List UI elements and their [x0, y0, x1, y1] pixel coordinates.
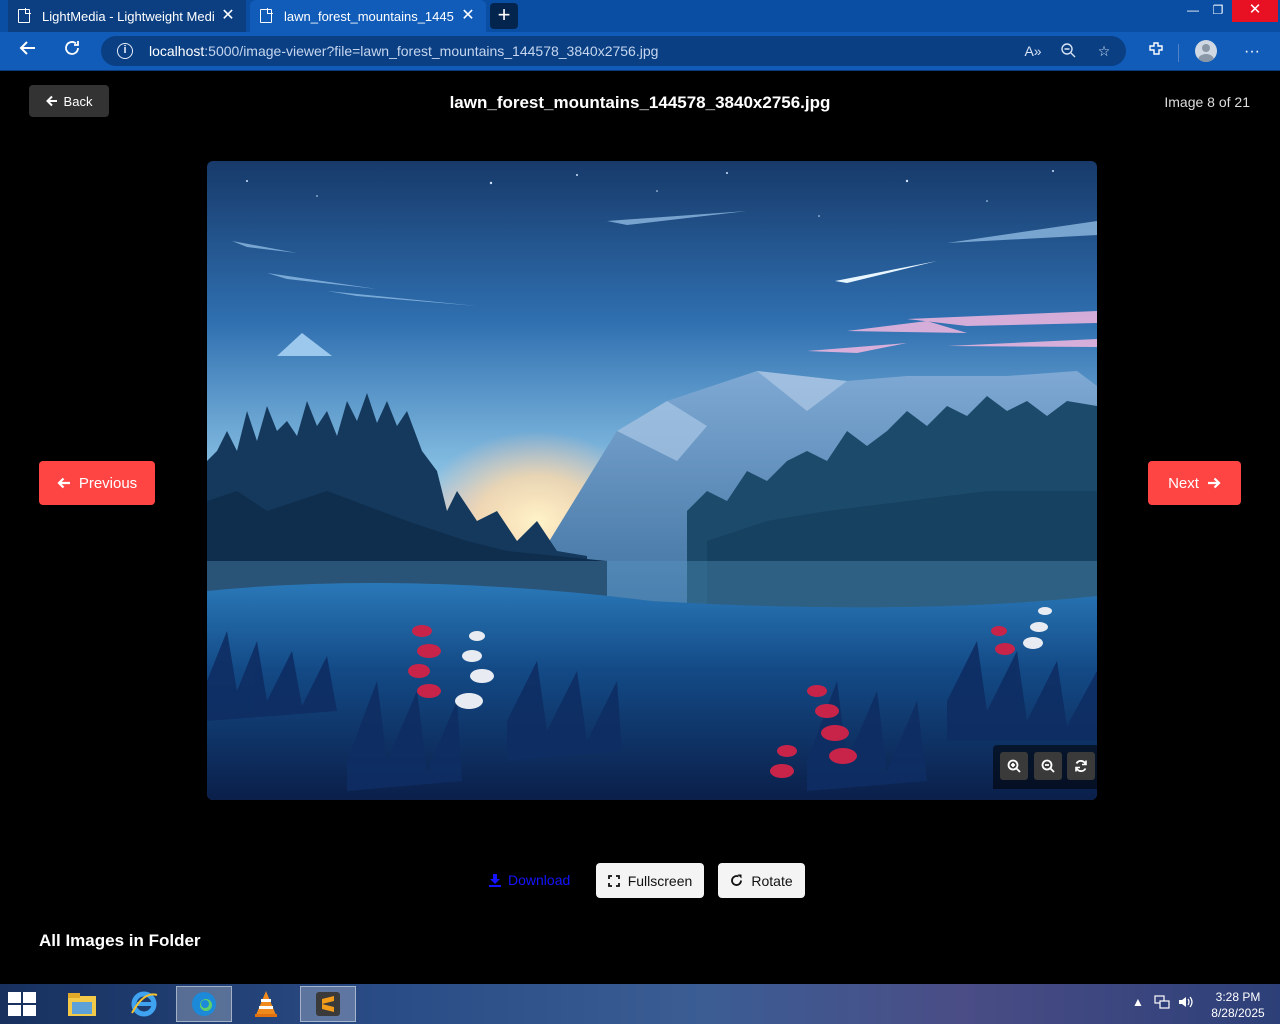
show-hidden-icons-icon[interactable]: ▲: [1132, 995, 1144, 1009]
tab-lightmedia[interactable]: LightMedia - Lightweight Media ✕: [8, 0, 246, 32]
browser-tab-bar: LightMedia - Lightweight Media ✕ lawn_fo…: [0, 0, 1280, 32]
previous-label: Previous: [78, 474, 138, 492]
rotate-icon: [731, 874, 743, 886]
reset-zoom-button[interactable]: [1067, 752, 1095, 780]
zoom-out-button[interactable]: [1034, 752, 1062, 780]
new-tab-button[interactable]: +: [490, 3, 518, 29]
file-explorer-icon[interactable]: [54, 986, 110, 1022]
image-counter: Image 8 of 21: [1164, 94, 1250, 110]
clock-date: 8/28/2025: [1211, 1006, 1265, 1020]
volume-icon[interactable]: [1178, 995, 1194, 1012]
address-bar[interactable]: i localhost:5000/image-viewer?file=lawn_…: [101, 36, 1126, 66]
url-text[interactable]: localhost:5000/image-viewer?file=lawn_fo…: [149, 43, 658, 59]
read-aloud-icon[interactable]: A»: [1023, 42, 1043, 60]
close-tab-icon[interactable]: ✕: [220, 8, 236, 24]
file-name-title: lawn_forest_mountains_144578_3840x2756.j…: [449, 93, 831, 112]
sync-icon: [1075, 760, 1087, 772]
refresh-icon[interactable]: [58, 38, 86, 66]
sublime-text-icon[interactable]: [300, 986, 356, 1022]
system-clock[interactable]: 3:28 PM 8/28/2025: [1200, 989, 1276, 1021]
zoom-in-button[interactable]: [1000, 752, 1028, 780]
restore-icon[interactable]: ❐: [1205, 0, 1231, 22]
internet-explorer-icon[interactable]: [116, 986, 172, 1022]
browser-nav-bar: i localhost:5000/image-viewer?file=lawn_…: [0, 32, 1280, 71]
next-button[interactable]: Next: [1148, 461, 1241, 505]
folder-images-heading: All Images in Folder: [39, 931, 201, 950]
profile-icon[interactable]: [1195, 40, 1217, 62]
network-icon[interactable]: [1154, 995, 1170, 1012]
back-arrow-icon[interactable]: [14, 38, 42, 66]
more-icon[interactable]: ···: [1238, 38, 1266, 66]
info-icon[interactable]: i: [117, 43, 133, 59]
clock-time: 3:28 PM: [1215, 990, 1261, 1004]
zoom-controls: [993, 745, 1097, 789]
rotate-label: Rotate: [751, 872, 793, 889]
download-icon: [489, 874, 501, 887]
landscape-illustration: [207, 161, 1097, 800]
zoom-out-icon: [1041, 759, 1055, 773]
arrow-right-icon: [1207, 477, 1221, 489]
rotate-button[interactable]: Rotate: [718, 863, 805, 898]
page-icon: [18, 8, 31, 23]
tab-title: lawn_forest_mountains_144578_3840x2756.j…: [284, 8, 454, 24]
close-tab-icon[interactable]: ✕: [460, 8, 476, 24]
tab-title: LightMedia - Lightweight Media: [42, 8, 214, 24]
arrow-left-icon: [57, 477, 70, 489]
zoom-in-icon: [1007, 759, 1021, 773]
start-button[interactable]: [8, 992, 38, 1018]
main-image[interactable]: [207, 161, 1097, 800]
page-icon: [260, 8, 273, 23]
minimize-icon[interactable]: —: [1180, 0, 1206, 22]
download-link[interactable]: Download: [488, 872, 570, 888]
previous-button[interactable]: Previous: [39, 461, 155, 505]
url-host: localhost: [149, 43, 205, 59]
favorites-icon[interactable]: ☆: [1094, 42, 1114, 60]
url-path: :5000/image-viewer?file=lawn_forest_moun…: [204, 43, 659, 59]
tab-image-viewer[interactable]: lawn_forest_mountains_144578_3840x2756.j…: [250, 0, 486, 32]
fullscreen-label: Fullscreen: [627, 872, 693, 889]
vlc-icon[interactable]: [238, 986, 294, 1022]
image-viewer-page: Back lawn_forest_mountains_144578_3840x2…: [0, 71, 1280, 984]
next-label: Next: [1168, 474, 1199, 492]
edge-icon[interactable]: [176, 986, 232, 1022]
toolbar-divider: [1178, 44, 1179, 62]
extensions-icon[interactable]: [1142, 38, 1170, 66]
download-label: Download: [508, 872, 571, 888]
zoom-out-icon[interactable]: [1058, 42, 1078, 60]
expand-icon: [607, 874, 620, 887]
taskbar: ▲ 3:28 PM 8/28/2025: [0, 984, 1280, 1024]
fullscreen-button[interactable]: Fullscreen: [596, 863, 704, 898]
close-window-icon[interactable]: ✕: [1232, 0, 1278, 22]
image-actions: Download Fullscreen Rotate: [0, 863, 1280, 899]
